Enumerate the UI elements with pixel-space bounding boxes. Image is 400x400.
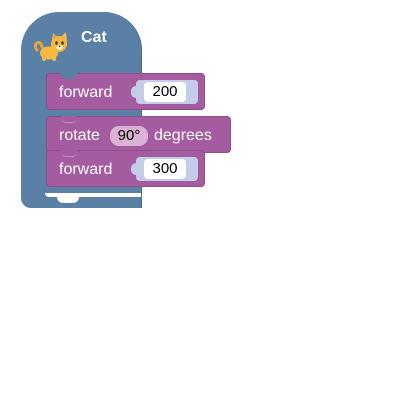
value-socket: 300 (131, 157, 198, 181)
forward-label: forward (59, 84, 113, 101)
sprite-header: Cat (21, 12, 141, 68)
cat-icon (34, 32, 67, 61)
hat-bottom-notch (57, 195, 79, 203)
block-connector-notch (61, 73, 77, 79)
forward-block-1[interactable]: forward 200 (46, 73, 205, 110)
distance-input[interactable]: 300 (144, 159, 186, 179)
degrees-label: degrees (154, 127, 212, 144)
distance-input[interactable]: 200 (144, 82, 186, 102)
sprite-name-label: Cat (81, 29, 107, 46)
rotate-block[interactable]: rotate 90° degrees (46, 116, 231, 153)
forward-block-2[interactable]: forward 300 (46, 150, 205, 187)
rotate-label: rotate (59, 127, 100, 144)
value-socket: 200 (131, 80, 198, 104)
socket-knob (131, 86, 139, 98)
socket-knob (131, 163, 139, 175)
angle-input[interactable]: 90° (110, 126, 148, 146)
forward-label: forward (59, 161, 113, 178)
block-workspace[interactable]: Cat forward 200 rotate 90° degrees forwa… (0, 0, 400, 400)
block-connector-notch (61, 150, 77, 157)
block-connector-notch (61, 116, 77, 123)
